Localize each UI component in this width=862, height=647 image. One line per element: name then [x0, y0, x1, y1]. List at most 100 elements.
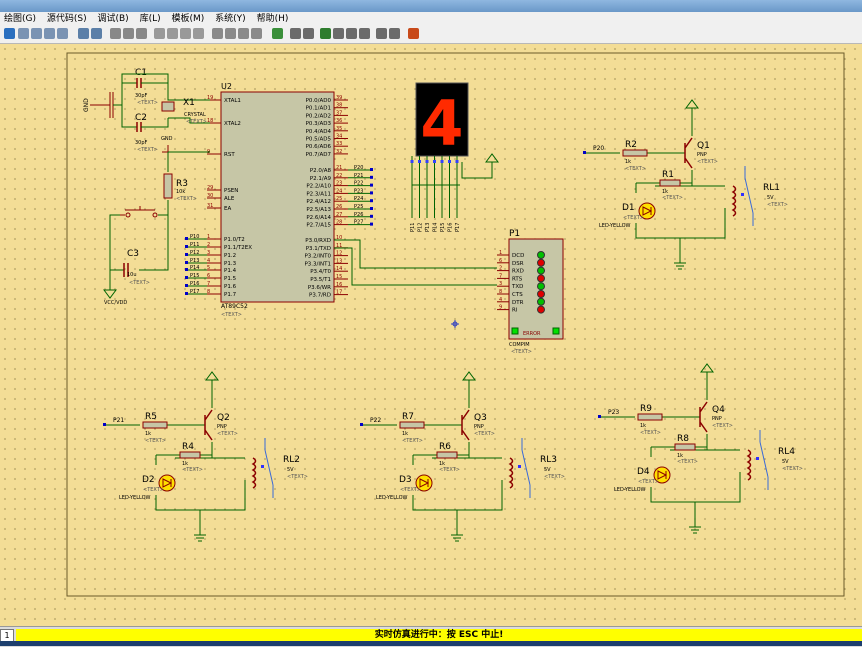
relay-driver-2[interactable]: P21 R51k<TEXT>Q2PNP<TEXT>R41k<TEXT>D2LED-…	[103, 371, 308, 542]
mcu-at89c52[interactable]: U2 AT89C52 <TEXT> 19 XTAL118 XTAL29 RST29 PS…	[185, 82, 373, 318]
led-resistor[interactable]	[674, 443, 696, 451]
block-move-icon[interactable]	[167, 28, 178, 39]
c1-ref: C1	[135, 68, 147, 78]
zoom-in-icon[interactable]	[18, 28, 29, 39]
search-icon[interactable]	[290, 28, 301, 39]
copy-icon[interactable]	[123, 28, 134, 39]
svg-text:<TEXT>: <TEXT>	[287, 474, 308, 480]
decompose-icon[interactable]	[251, 28, 262, 39]
power-terminal	[462, 371, 476, 381]
r3-resistor[interactable]	[163, 173, 173, 199]
net-terminal	[370, 168, 373, 171]
base-resistor-value: 1k	[402, 431, 408, 437]
base-resistor-ref: R9	[640, 404, 652, 414]
mcu-net-label: P15	[190, 273, 199, 279]
led-type: LED-YELLOW	[614, 487, 646, 493]
mcu-pin-name: P2.2/A10	[306, 184, 331, 190]
mcu-pin-name: P2.6/A14	[306, 215, 331, 221]
net-terminal	[185, 237, 188, 240]
net-terminal	[370, 183, 373, 187]
led-resistor[interactable]	[659, 179, 681, 187]
new-sheet-icon[interactable]	[320, 28, 331, 39]
driver-net-label: P23	[608, 409, 619, 416]
electrical-check-icon[interactable]	[389, 28, 400, 39]
property-tool-icon[interactable]	[303, 28, 314, 39]
mcu-pin-name: P1.3	[224, 261, 237, 267]
relay-coil[interactable]	[251, 457, 257, 489]
menu-debug[interactable]: 调试(B)	[94, 12, 133, 26]
base-resistor[interactable]	[622, 149, 648, 157]
pnp-transistor[interactable]	[699, 401, 708, 433]
r3-value: 10k	[176, 189, 185, 195]
block-copy-icon[interactable]	[154, 28, 165, 39]
com-port-compim[interactable]: P1 COMPIM <TEXT> ERROR 1 DCD 6 DSR 2 RXD 7 RTS 3…	[334, 229, 564, 355]
led-type: LED-YELLOW	[119, 495, 151, 501]
mcu-pin-number: 23	[336, 181, 342, 187]
menu-draw[interactable]: 绘图(G)	[0, 12, 40, 26]
mcu-pin-number: 27	[336, 212, 342, 218]
relay-coil[interactable]	[508, 457, 514, 489]
zoom-all-icon[interactable]	[44, 28, 55, 39]
mcu-pin-name: P3.3/INT1	[304, 261, 331, 267]
schematic-canvas[interactable]: U2 AT89C52 <TEXT> 19 XTAL1 18 XTAL2 9 RST 29 PS…	[0, 44, 862, 626]
base-resistor-value: 1k	[640, 423, 646, 429]
x1-ref: X1	[183, 98, 195, 108]
svg-text:<TEXT>: <TEXT>	[544, 474, 565, 480]
paste-icon[interactable]	[136, 28, 147, 39]
display-pin-state	[410, 160, 414, 163]
packaging-icon[interactable]	[238, 28, 249, 39]
menu-system[interactable]: 系统(Y)	[211, 12, 250, 26]
mcu-pin-name: P1.6	[224, 284, 237, 290]
com-pin-number: 2	[499, 266, 502, 272]
mcu-pin-name: P0.1/AD1	[306, 106, 331, 112]
led-resistor[interactable]	[179, 451, 201, 459]
com-status-led	[537, 290, 545, 298]
pnp-transistor[interactable]	[461, 409, 470, 441]
display-net-label: P11	[410, 223, 416, 232]
relay-driver-1[interactable]: P20 R21k<TEXT>Q1PNP<TEXT>R11k<TEXT>D1LED-…	[583, 99, 788, 270]
relay-driver-3[interactable]: P22 R71k<TEXT>Q3PNP<TEXT>R61k<TEXT>D3LED-…	[360, 371, 565, 542]
make-device-icon[interactable]	[225, 28, 236, 39]
cut-icon[interactable]	[110, 28, 121, 39]
bill-of-materials-icon[interactable]	[359, 28, 370, 39]
menu-source[interactable]: 源代码(S)	[43, 12, 91, 26]
ares-export-icon[interactable]	[408, 28, 419, 39]
undo-icon[interactable]	[78, 28, 89, 39]
zoom-area-icon[interactable]	[57, 28, 68, 39]
menu-library[interactable]: 库(L)	[136, 12, 165, 26]
com-status-led	[537, 282, 545, 291]
block-rotate-icon[interactable]	[180, 28, 191, 39]
relay-coil[interactable]	[731, 185, 737, 217]
c1-symbol[interactable]	[136, 78, 142, 88]
seven-segment-display[interactable]: 4 P11 P12 P13 P14 P15 P16 P17	[410, 82, 499, 232]
pick-device-icon[interactable]	[212, 28, 223, 39]
netlist-icon[interactable]	[376, 28, 387, 39]
base-resistor[interactable]	[399, 421, 425, 429]
relay-contact	[744, 166, 754, 226]
relay-driver-4[interactable]: P23 R91k<TEXT>Q4PNP<TEXT>R81k<TEXT>D4LED-…	[598, 363, 803, 534]
move-icon[interactable]	[4, 28, 15, 39]
crystal-x1[interactable]	[161, 101, 175, 112]
goto-sheet-icon[interactable]	[346, 28, 357, 39]
led-resistor[interactable]	[436, 451, 458, 459]
mcu-pin-name: P1.1/T2EX	[224, 245, 252, 251]
zoom-out-icon[interactable]	[31, 28, 42, 39]
relay-coil[interactable]	[746, 449, 752, 481]
com-pin-number: 6	[499, 258, 502, 264]
c2-symbol[interactable]	[136, 122, 142, 132]
base-resistor[interactable]	[637, 413, 663, 421]
menu-template[interactable]: 模板(M)	[168, 12, 209, 26]
base-resistor[interactable]	[142, 421, 168, 429]
net-terminal	[185, 245, 188, 248]
remove-sheet-icon[interactable]	[333, 28, 344, 39]
menu-help[interactable]: 帮助(H)	[253, 12, 293, 26]
reset-button[interactable]	[120, 206, 155, 216]
svg-text:<TEXT>: <TEXT>	[145, 438, 166, 444]
block-delete-icon[interactable]	[193, 28, 204, 39]
com-pin-number: 4	[499, 297, 502, 303]
pnp-transistor[interactable]	[684, 137, 693, 169]
wire-autorouter-icon[interactable]	[272, 28, 283, 39]
redo-icon[interactable]	[91, 28, 102, 39]
com-pin-name: TXD	[511, 284, 523, 290]
pnp-transistor[interactable]	[204, 409, 213, 441]
